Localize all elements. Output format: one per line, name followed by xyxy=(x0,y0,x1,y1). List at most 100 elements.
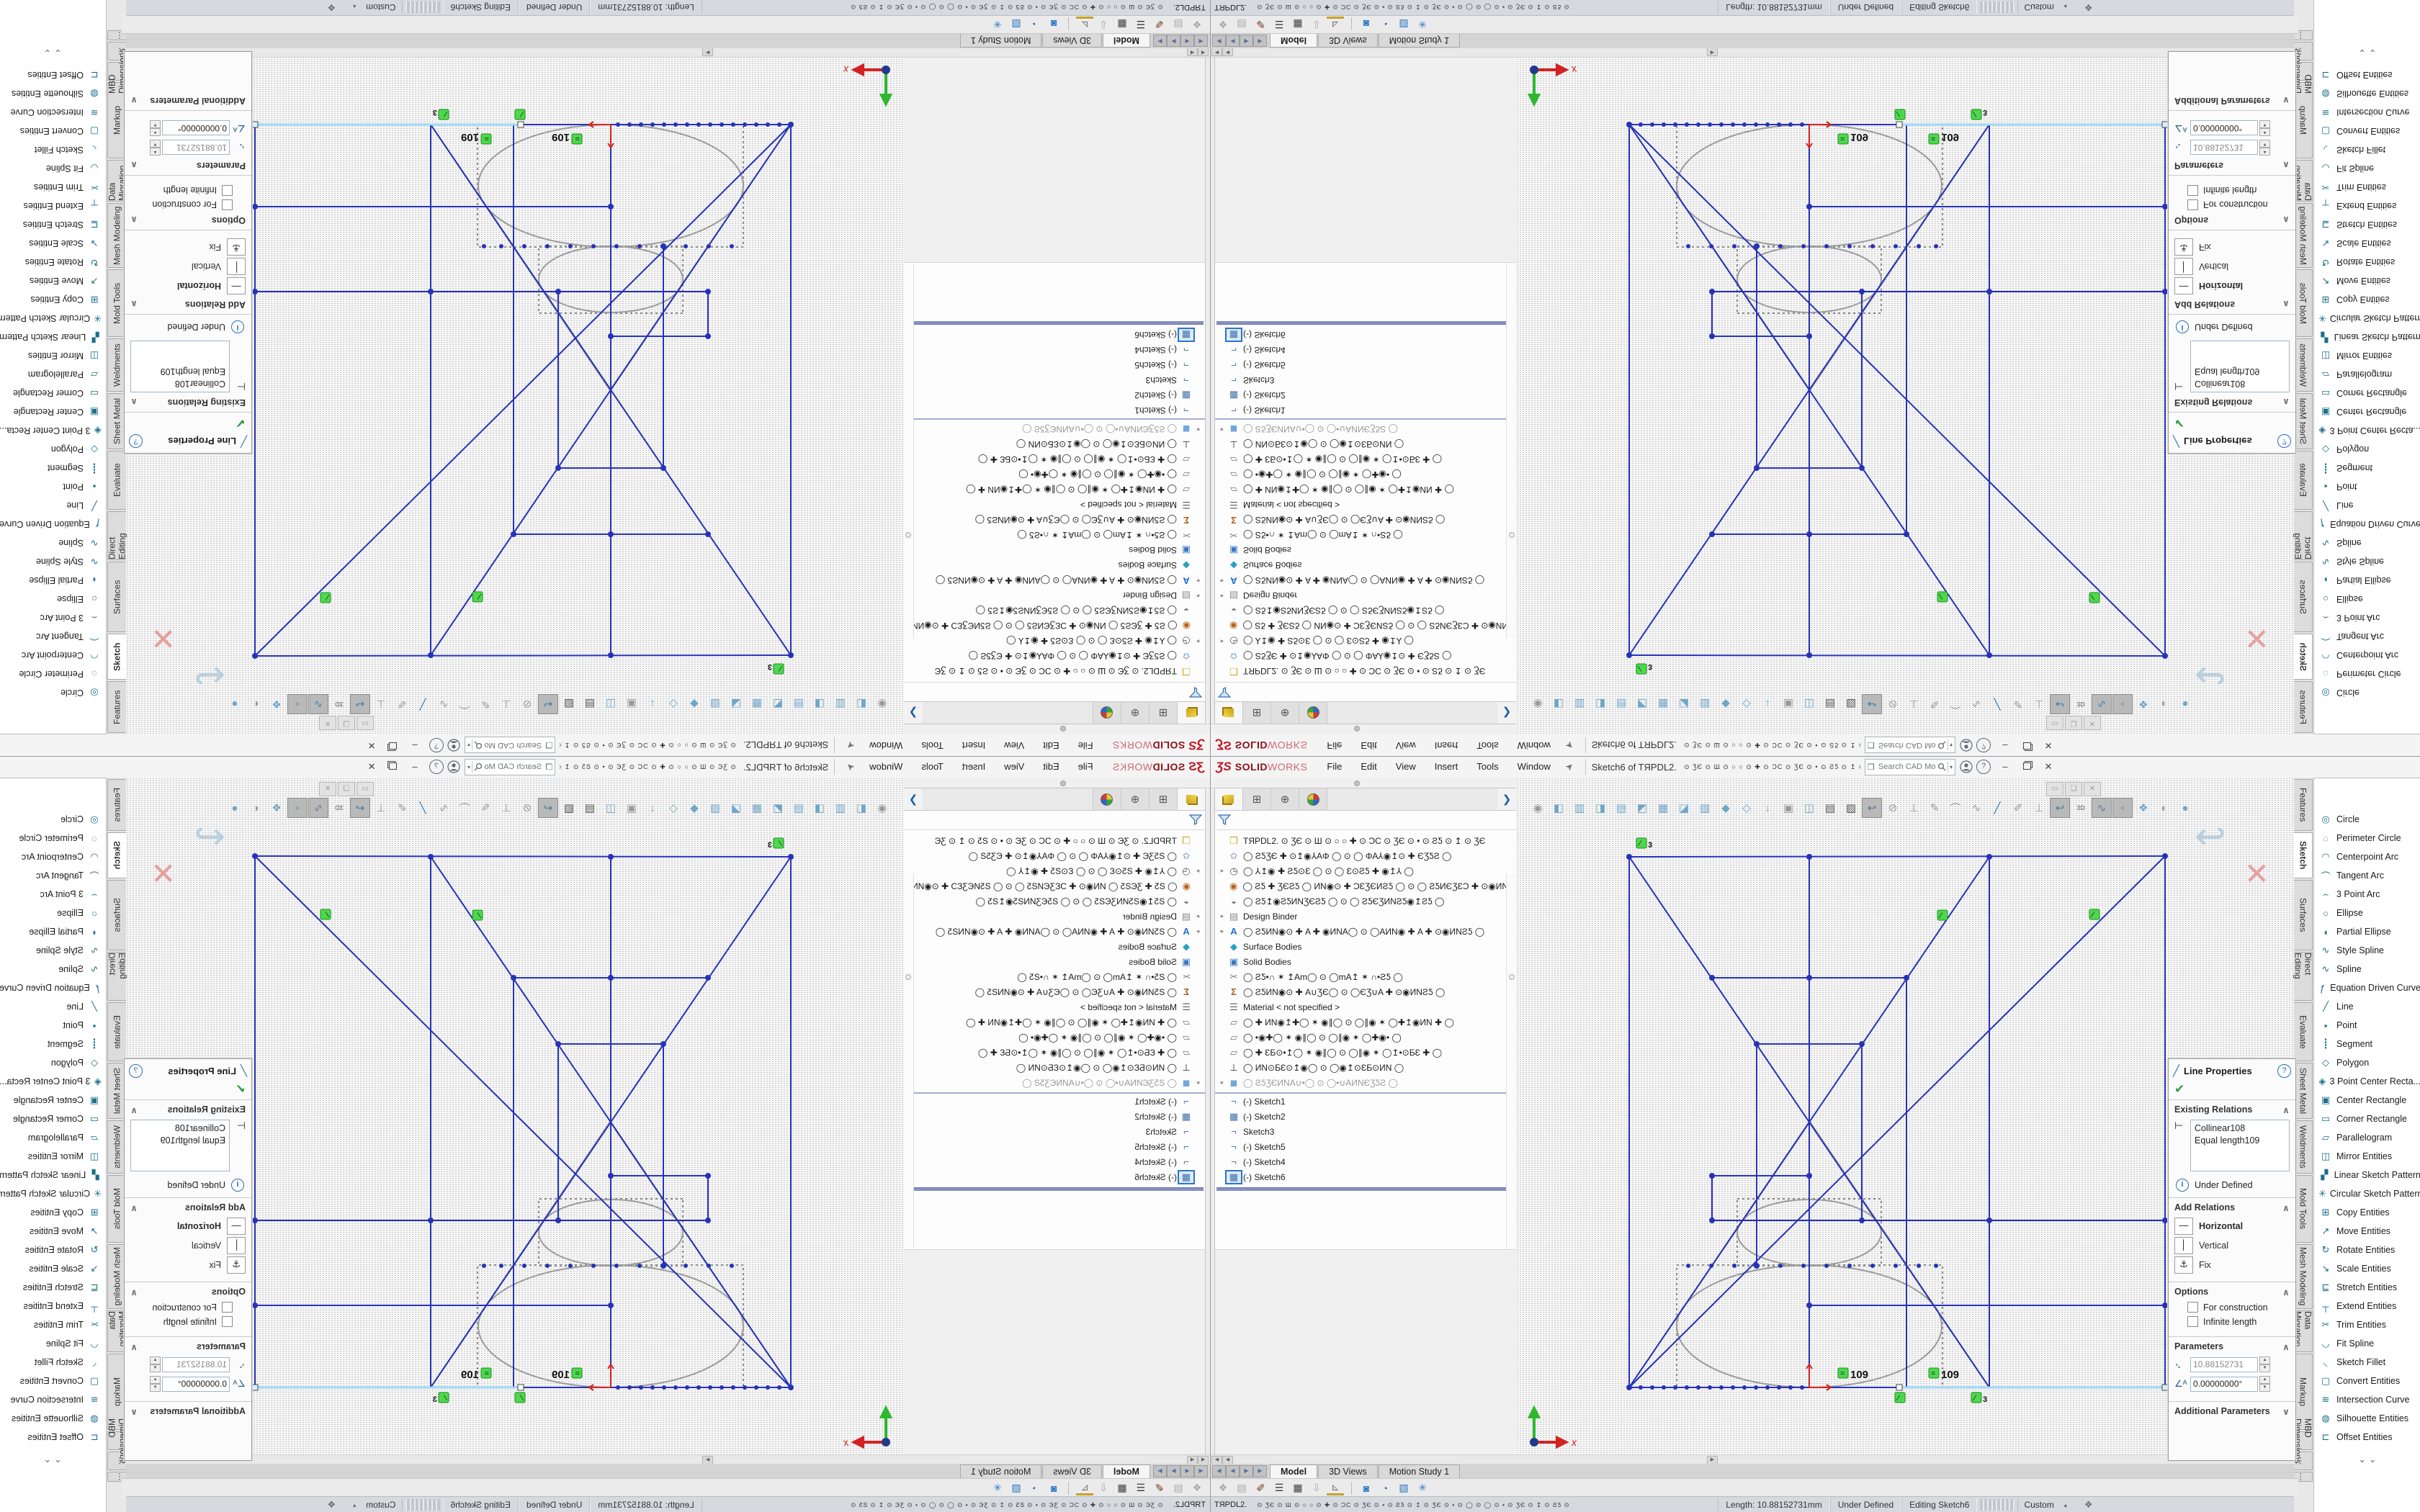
bottom-toolbar-icon[interactable]: ▤ xyxy=(1170,1482,1187,1494)
tab-propertymanager[interactable]: ⊞ xyxy=(1149,702,1177,724)
search-dropdown-icon[interactable]: ▾ xyxy=(1950,742,1953,749)
expand-arrow-icon[interactable]: ▸ xyxy=(1218,592,1227,600)
tree-row[interactable]: ⊥ ◯ ИΝ⊙ƂƐ⊙↥◉◯ ⊙ ◯◉↥⊙ƐƂ⊙ИΝ ◯ xyxy=(904,1060,1205,1075)
minimize-button[interactable]: – xyxy=(405,759,424,775)
checkbox[interactable] xyxy=(2187,1302,2198,1313)
toolbar-icon[interactable]: ◧ xyxy=(851,694,871,714)
command-tab[interactable]: Direct Editing xyxy=(107,952,126,1001)
menu-item[interactable]: File xyxy=(1069,734,1103,756)
toolbar-icon[interactable]: ▨ xyxy=(1841,798,1861,818)
sketch-tool-item[interactable]: ⊑ Stretch Entities xyxy=(2314,1278,2420,1297)
sketch-tool-item[interactable]: ▢ Convert Entities xyxy=(2314,1372,2420,1390)
sketch-lines[interactable] xyxy=(1629,125,2165,656)
sketch-tool-item[interactable]: ◎ Circle xyxy=(0,683,106,702)
sketch-tool-item[interactable]: ∿ Style Spline xyxy=(0,552,106,571)
tree-row[interactable]: ✩ ◯ ƧƼƷЄ ✚ ⊙↥◉⅄AΦ ◯ ⊙ ◯ ΦA⅄◉↥⊙ ✚ ЄƷƼƧ ◯ xyxy=(904,848,1205,863)
cancel-sketch-icon[interactable]: ✕ xyxy=(151,621,176,656)
sketch-tool-item[interactable]: ▞ Linear Sketch Pattern xyxy=(2314,328,2420,346)
sketch-tool-item[interactable]: ≋ Intersection Curve xyxy=(0,1390,106,1409)
collapse-icon[interactable]: ∧ xyxy=(2282,160,2290,171)
toolbar-icon[interactable]: ▣ xyxy=(1778,798,1798,818)
toolbar-icon[interactable]: 3D xyxy=(329,694,349,714)
option-row[interactable]: Infinite length xyxy=(2187,185,2290,196)
tree-row[interactable]: ▣ Solid Bodies xyxy=(904,954,1205,969)
command-tab[interactable]: Surfaces xyxy=(2294,562,2313,632)
status-custom-dropdown[interactable]: Custom▴ xyxy=(347,1498,402,1511)
toolbar-icon[interactable]: ◐ xyxy=(2154,694,2174,714)
toolbar-icon[interactable]: ◫ xyxy=(1799,694,1819,714)
bottom-toolbar-icon[interactable]: ◙ xyxy=(1045,19,1062,30)
sketch-tool-item[interactable]: ◍ Silhouette Entities xyxy=(2314,84,2420,103)
length-spinner[interactable]: ▲▼ xyxy=(2259,140,2270,156)
child-close-icon[interactable]: ✕ xyxy=(2084,716,2101,730)
sketch-tool-item[interactable]: ┬ Extend Entities xyxy=(0,197,106,215)
sketch-tool-item[interactable]: ✳ Circular Sketch Pattern xyxy=(0,1184,106,1203)
toolbar-icon[interactable]: ◦ xyxy=(2112,798,2133,818)
sketch-tool-item[interactable]: ✳ Circular Sketch Pattern xyxy=(2314,309,2420,328)
command-tab[interactable]: Features xyxy=(107,681,126,733)
relation-item[interactable]: Equal length109 xyxy=(2195,1135,2285,1147)
tree-row[interactable]: ☰ Material < not specified > xyxy=(1215,498,1516,513)
collapse-icon[interactable]: ∧ xyxy=(130,1287,138,1297)
sketch-tool-item[interactable]: ◌ Perimeter Circle xyxy=(0,665,106,683)
menu-item[interactable]: Tools xyxy=(912,756,952,778)
help-icon[interactable]: ? xyxy=(429,760,444,774)
command-tab[interactable]: Sketch xyxy=(2294,634,2313,680)
child-close-icon[interactable]: ✕ xyxy=(319,716,336,730)
add-relation-row[interactable]: │ Vertical xyxy=(2174,258,2290,275)
sketch-tool-item[interactable]: ◡ Fit Spline xyxy=(0,1334,106,1353)
bottom-toolbar-icon[interactable]: ✳ xyxy=(989,1482,1006,1494)
expand-arrow-icon[interactable]: ▸ xyxy=(1193,637,1202,645)
tab-configurationmanager[interactable]: ⊕ xyxy=(1271,702,1299,724)
collapse-icon[interactable]: ∧ xyxy=(2282,1341,2290,1352)
toolbar-icon[interactable]: ▤ xyxy=(789,798,809,818)
sketch-tool-item[interactable]: ◠ Centerpoint Arc xyxy=(2314,847,2420,866)
add-relation-row[interactable]: — Horizontal xyxy=(2174,1218,2290,1235)
tree-row[interactable]: ◆ Surface Bodies xyxy=(1215,558,1516,573)
tab-nav-icon[interactable]: ◀ xyxy=(1180,1465,1194,1477)
tree-row[interactable]: ▣ Solid Bodies xyxy=(1215,543,1516,558)
toolbar-icon[interactable]: ◪ xyxy=(726,694,746,714)
length-input[interactable] xyxy=(162,140,230,156)
toolbar-icon[interactable]: ▦ xyxy=(1653,694,1673,714)
toolbar-icon[interactable]: ◐ xyxy=(246,798,266,818)
command-tab[interactable]: Weldments xyxy=(2294,338,2313,392)
restore-button[interactable] xyxy=(384,737,403,753)
toolbar-icon[interactable]: ◩ xyxy=(768,798,788,818)
bottom-toolbar-icon[interactable]: ▧ xyxy=(1395,1482,1412,1494)
tab-configurationmanager[interactable]: ⊕ xyxy=(1121,788,1149,810)
sketch-tool-item[interactable]: ∿ Style Spline xyxy=(0,941,106,960)
tree-row[interactable]: ▱ ◯ •◉✚◯ ✶ ◉∥◯ ⊙ ◯∥◉ ✶ ◯✚◉• ◯ xyxy=(1215,1030,1516,1045)
toolbar-icon[interactable]: ◪ xyxy=(726,798,746,818)
sketch-tool-item[interactable]: ▞ Linear Sketch Pattern xyxy=(0,1166,106,1184)
tab-configurationmanager[interactable]: ⊕ xyxy=(1271,788,1299,810)
tree-row[interactable]: ⌐ (-) Sketch1 xyxy=(904,1092,1205,1109)
toolbar-icon[interactable]: ◉ xyxy=(872,694,892,714)
tree-row[interactable]: ▦ (-) Sketch6 xyxy=(1215,1169,1516,1184)
toolbar-icon[interactable]: ◇ xyxy=(1736,694,1757,714)
more-tools-chevron-icon[interactable]: ⌄ ⌄ xyxy=(0,47,106,58)
toolbar-icon[interactable]: ◉ xyxy=(1528,694,1548,714)
tree-filter-row[interactable] xyxy=(1215,682,1516,701)
toolbar-icon[interactable]: ∿ xyxy=(434,798,454,818)
sketch-tool-item[interactable]: ⌒ Tangent Arc xyxy=(0,866,106,885)
sketch-tool-item[interactable]: ⊑ Stretch Entities xyxy=(2314,215,2420,234)
bottom-toolbar-icon[interactable]: ❖ xyxy=(1214,1482,1232,1494)
sketch-tool-item[interactable]: ✂ Trim Entities xyxy=(2314,1315,2420,1334)
sketch-tool-item[interactable]: ◌ Perimeter Circle xyxy=(2314,665,2420,683)
sketch-tool-item[interactable]: ▢ Convert Entities xyxy=(2314,122,2420,140)
command-tab[interactable]: Direct Editing xyxy=(2294,952,2313,1001)
cancel-sketch-icon[interactable]: ✕ xyxy=(2244,856,2269,891)
tab-nav-icon[interactable]: ▶ xyxy=(1253,1465,1267,1477)
toolbar-icon[interactable]: ⊥ xyxy=(371,694,391,714)
tree-row[interactable]: ▸ ▤ Design Binder xyxy=(904,909,1205,924)
toolbar-icon[interactable]: ✐ xyxy=(2008,798,2028,818)
tree-row[interactable]: ▦ (-) Sketch6 xyxy=(904,1169,1205,1184)
toolbar-icon[interactable]: ✎ xyxy=(1924,694,1945,714)
angle-input[interactable] xyxy=(162,1377,230,1392)
tree-row[interactable]: ⌐ (-) Sketch1 xyxy=(904,403,1205,420)
toolbar-icon[interactable]: ◇ xyxy=(1736,798,1757,818)
search-dropdown-icon[interactable]: ▾ xyxy=(1950,764,1953,770)
sketch-tool-item[interactable]: ◠ Centerpoint Arc xyxy=(0,847,106,866)
sketch-tool-item[interactable]: ∿ Style Spline xyxy=(2314,941,2420,960)
